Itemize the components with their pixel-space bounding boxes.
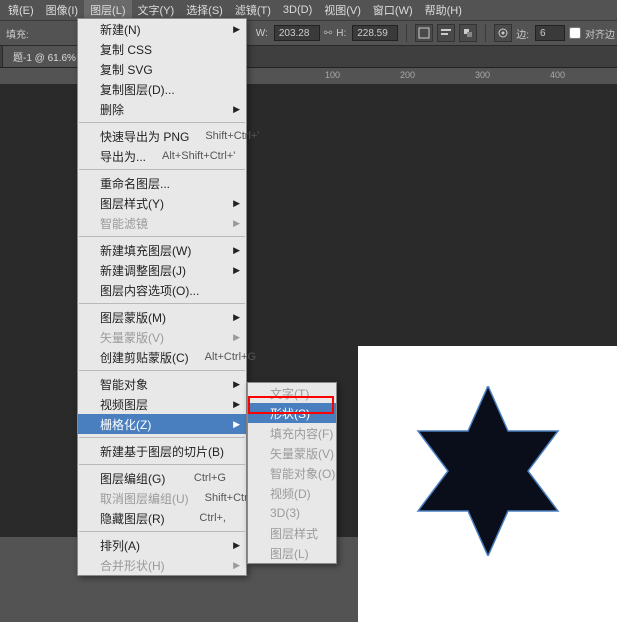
edge-label: 边: [516, 26, 529, 41]
menu-item[interactable]: 智能对象▶ [78, 374, 246, 394]
menu-item[interactable]: 新建(N)▶ [78, 19, 246, 39]
menu-item[interactable]: 复制图层(D)... [78, 79, 246, 99]
menu-item[interactable]: 图层蒙版(M)▶ [78, 307, 246, 327]
submenu-arrow-icon: ▶ [233, 24, 240, 35]
path-ops-icon[interactable] [415, 24, 433, 42]
submenu-arrow-icon: ▶ [233, 332, 240, 343]
submenu-item: 图层样式 [248, 523, 336, 543]
menubar: 镜(E) 图像(I) 图层(L) 文字(Y) 选择(S) 滤镜(T) 3D(D)… [0, 0, 617, 20]
ruler-tick: 300 [475, 70, 490, 80]
menu-layer[interactable]: 图层(L) [84, 0, 131, 20]
menu-item[interactable]: 新建调整图层(J)▶ [78, 260, 246, 280]
menu-item[interactable]: 复制 SVG [78, 59, 246, 79]
submenu-item: 图层(L) [248, 543, 336, 563]
submenu-arrow-icon: ▶ [233, 540, 240, 551]
menu-filter[interactable]: 滤镜(T) [229, 0, 277, 20]
edge-input[interactable] [535, 25, 565, 41]
menu-3d[interactable]: 3D(D) [277, 2, 318, 18]
link-icon[interactable]: ⚯ [324, 28, 332, 39]
submenu-item: 填充内容(F) [248, 423, 336, 443]
menu-item[interactable]: 删除▶ [78, 99, 246, 119]
menu-item[interactable]: 新建填充图层(W)▶ [78, 240, 246, 260]
align-icon[interactable] [437, 24, 455, 42]
menu-type[interactable]: 文字(Y) [132, 0, 181, 20]
menu-item[interactable]: 排列(A)▶ [78, 535, 246, 555]
ruler-tick: 200 [400, 70, 415, 80]
align-edge-label: 对齐边 [585, 26, 615, 41]
menu-help[interactable]: 帮助(H) [419, 0, 468, 20]
submenu-item: 3D(3) [248, 503, 336, 523]
menu-view[interactable]: 视图(V) [318, 0, 367, 20]
width-label: W: [256, 28, 268, 39]
submenu-arrow-icon: ▶ [233, 218, 240, 229]
ruler-tick: 100 [325, 70, 340, 80]
menu-item[interactable]: 图层样式(Y)▶ [78, 193, 246, 213]
height-input[interactable] [352, 25, 398, 41]
height-label: H: [336, 28, 346, 39]
star-shape[interactable] [408, 386, 568, 556]
menu-edit[interactable]: 镜(E) [2, 0, 40, 20]
menu-window[interactable]: 窗口(W) [367, 0, 419, 20]
menu-item[interactable]: 导出为...Alt+Shift+Ctrl+' [78, 146, 246, 166]
layer-menu[interactable]: 新建(N)▶复制 CSS复制 SVG复制图层(D)...删除▶ 快速导出为 PNG… [77, 18, 247, 576]
menu-select[interactable]: 选择(S) [180, 0, 229, 20]
menu-image[interactable]: 图像(I) [40, 0, 84, 20]
submenu-arrow-icon: ▶ [233, 198, 240, 209]
gear-icon[interactable] [494, 24, 512, 42]
menu-item[interactable]: 图层内容选项(O)... [78, 280, 246, 300]
menu-item[interactable]: 重命名图层... [78, 173, 246, 193]
submenu-arrow-icon: ▶ [233, 399, 240, 410]
menu-item: 矢量蒙版(V)▶ [78, 327, 246, 347]
submenu-arrow-icon: ▶ [233, 104, 240, 115]
submenu-arrow-icon: ▶ [233, 419, 240, 430]
submenu-arrow-icon: ▶ [233, 245, 240, 256]
menu-item[interactable]: 栅格化(Z)▶ [78, 414, 246, 434]
menu-item: 取消图层编组(U)Shift+Ctrl+G [78, 488, 246, 508]
fill-label: 填充: [6, 26, 29, 41]
submenu-item[interactable]: 形状(S) [248, 403, 336, 423]
submenu-arrow-icon: ▶ [233, 560, 240, 571]
submenu-item: 智能对象(O) [248, 463, 336, 483]
menu-item: 智能滤镜▶ [78, 213, 246, 233]
submenu-arrow-icon: ▶ [233, 312, 240, 323]
menu-item[interactable]: 新建基于图层的切片(B) [78, 441, 246, 461]
canvas[interactable] [358, 346, 617, 622]
menu-item: 合并形状(H)▶ [78, 555, 246, 575]
width-input[interactable] [274, 25, 320, 41]
menu-item[interactable]: 图层编组(G)Ctrl+G [78, 468, 246, 488]
menu-item[interactable]: 复制 CSS [78, 39, 246, 59]
arrange-icon[interactable] [459, 24, 477, 42]
ruler-tick: 400 [550, 70, 565, 80]
submenu-item: 视频(D) [248, 483, 336, 503]
menu-item[interactable]: 隐藏图层(R)Ctrl+, [78, 508, 246, 528]
submenu-arrow-icon: ▶ [233, 265, 240, 276]
menu-item[interactable]: 创建剪贴蒙版(C)Alt+Ctrl+G [78, 347, 246, 367]
submenu-item: 文字(T) [248, 383, 336, 403]
menu-item[interactable]: 快速导出为 PNGShift+Ctrl+' [78, 126, 246, 146]
submenu-arrow-icon: ▶ [233, 379, 240, 390]
menu-item[interactable]: 视频图层▶ [78, 394, 246, 414]
submenu-item: 矢量蒙版(V) [248, 443, 336, 463]
align-edge-checkbox[interactable] [569, 27, 581, 39]
